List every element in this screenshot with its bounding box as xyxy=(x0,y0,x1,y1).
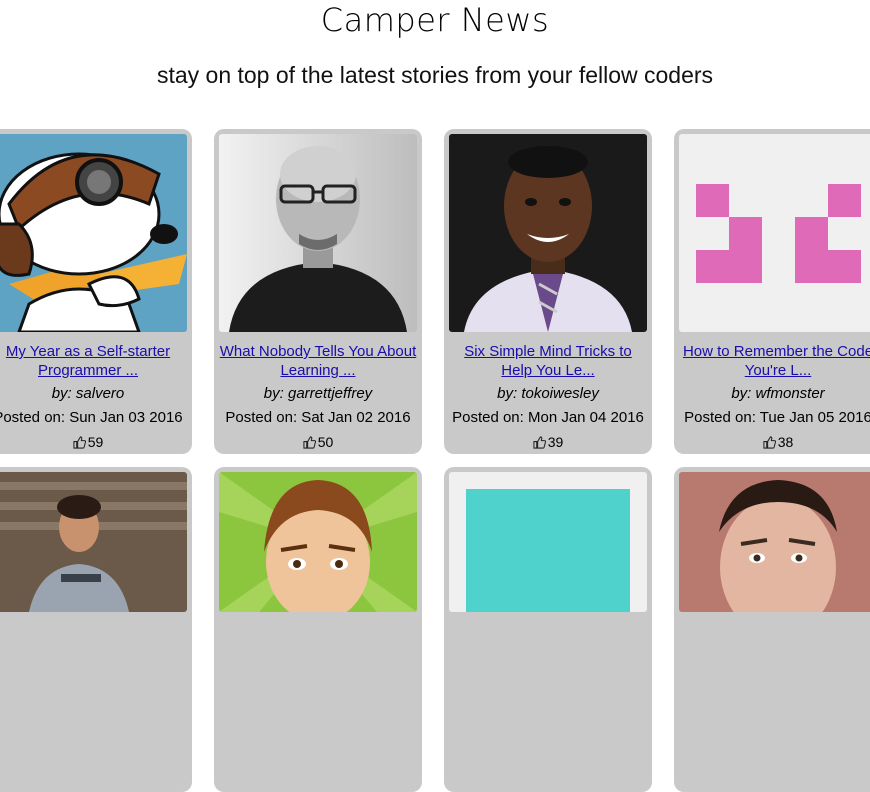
story-image[interactable] xyxy=(219,134,417,332)
story-card: Six Simple Mind Tricks to Help You Le...… xyxy=(444,129,652,454)
page-subtitle: stay on top of the latest stories from y… xyxy=(156,62,714,88)
story-headline-link[interactable]: How to Remember the Code You're L... xyxy=(678,342,870,380)
story-author: by: salvero xyxy=(51,385,125,402)
story-card xyxy=(444,467,652,792)
story-card: What Nobody Tells You About Learning ...… xyxy=(214,129,422,454)
story-image[interactable] xyxy=(0,472,187,612)
story-card: How to Remember the Code You're L... by:… xyxy=(674,129,870,454)
man-portrait-photo xyxy=(679,472,870,612)
story-card: My Year as a Self-starter Programmer ...… xyxy=(0,129,192,454)
story-image[interactable] xyxy=(679,134,870,332)
smiling-man-photo xyxy=(449,134,647,332)
story-card xyxy=(214,467,422,792)
story-posted-date: Posted on: Sat Jan 02 2016 xyxy=(225,409,411,426)
story-author: by: garrettjeffrey xyxy=(263,385,373,402)
upvote-count: 59 xyxy=(87,434,104,450)
upvote-count: 39 xyxy=(547,434,564,450)
story-posted-date: Posted on: Mon Jan 04 2016 xyxy=(452,409,644,426)
story-image[interactable] xyxy=(449,472,647,612)
story-upvotes: 50 xyxy=(214,433,422,453)
story-upvotes: 38 xyxy=(674,433,870,453)
story-headline-link[interactable]: My Year as a Self-starter Programmer ... xyxy=(0,342,188,380)
pink-identicon-image xyxy=(679,134,870,332)
story-card xyxy=(0,467,192,792)
thumbs-up-icon xyxy=(303,435,316,453)
teal-identicon-image xyxy=(449,472,647,612)
thumbs-up-icon xyxy=(533,435,546,453)
thumbs-up-icon xyxy=(763,435,776,453)
thumbs-up-icon xyxy=(73,435,86,453)
upvote-count: 38 xyxy=(777,434,794,450)
story-posted-date: Posted on: Sun Jan 03 2016 xyxy=(0,409,183,426)
story-headline-link[interactable]: What Nobody Tells You About Learning ... xyxy=(218,342,418,380)
story-headline-link[interactable]: Six Simple Mind Tricks to Help You Le... xyxy=(448,342,648,380)
story-author: by: wfmonster xyxy=(731,385,825,402)
story-image[interactable] xyxy=(0,134,187,332)
aviator-dog-image xyxy=(0,134,187,332)
cartoon-man-avatar xyxy=(219,472,417,612)
boy-hoodie-photo xyxy=(0,472,187,612)
bald-man-photo xyxy=(219,134,417,332)
story-image[interactable] xyxy=(219,472,417,612)
story-card xyxy=(674,467,870,792)
story-image[interactable] xyxy=(679,472,870,612)
story-author: by: tokoiwesley xyxy=(497,385,599,402)
story-upvotes: 59 xyxy=(0,433,192,453)
story-upvotes: 39 xyxy=(444,433,652,453)
upvote-count: 50 xyxy=(317,434,334,450)
story-posted-date: Posted on: Tue Jan 05 2016 xyxy=(684,409,870,426)
story-image[interactable] xyxy=(449,134,647,332)
page-title: Camper News xyxy=(320,1,550,39)
